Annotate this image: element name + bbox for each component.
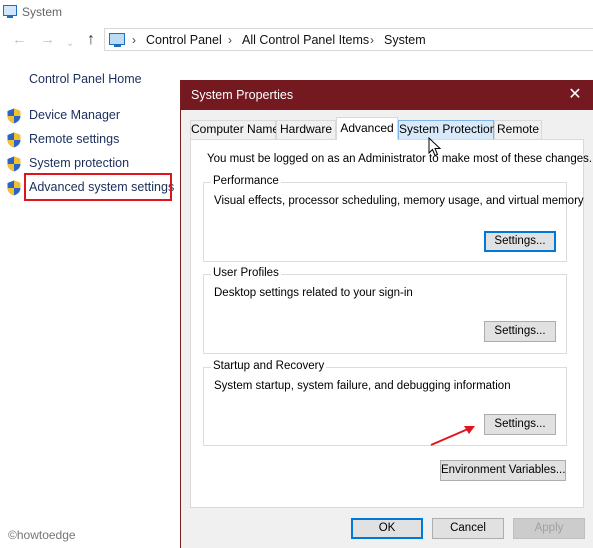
apply-button[interactable]: Apply (513, 518, 585, 539)
breadcrumb-all-items[interactable]: All Control Panel Items (242, 33, 369, 47)
uac-shield-icon (7, 108, 21, 124)
up-arrow-icon[interactable]: ↑ (87, 30, 95, 50)
window-title: System (22, 5, 63, 19)
performance-group: Performance Visual effects, processor sc… (203, 175, 584, 262)
tab-hardware[interactable]: Hardware (276, 120, 336, 139)
group-description: Visual effects, processor scheduling, me… (214, 195, 584, 207)
system-computer-icon (3, 5, 17, 18)
group-title: User Profiles (211, 267, 281, 279)
annotation-arrow-icon (430, 426, 475, 446)
cancel-button[interactable]: Cancel (432, 518, 504, 539)
user-profiles-group: User Profiles Desktop settings related t… (203, 267, 567, 354)
sidebar-item-label: Remote settings (29, 132, 120, 146)
sidebar-item-label: Device Manager (29, 108, 121, 122)
highlight-box (24, 173, 172, 201)
group-description: System startup, system failure, and debu… (214, 380, 511, 392)
mouse-pointer-icon (428, 137, 442, 157)
tab-system-protection[interactable]: System Protection (398, 120, 496, 139)
group-title: Startup and Recovery (211, 360, 327, 372)
breadcrumb-system[interactable]: System (384, 33, 426, 47)
recent-locations-chevron-icon[interactable]: ⌄ (66, 34, 74, 54)
sidebar-item-label: System protection (29, 156, 130, 170)
dialog-title-bar[interactable]: System Properties ✕ (181, 80, 593, 110)
breadcrumb-chevron-icon[interactable]: › (228, 33, 232, 47)
environment-variables-button[interactable]: Environment Variables... (440, 460, 566, 481)
uac-shield-icon (7, 180, 21, 196)
forward-arrow-icon[interactable]: → (40, 30, 55, 50)
control-panel-icon (109, 33, 125, 47)
startup-recovery-group: Startup and Recovery System startup, sys… (203, 360, 567, 446)
breadcrumb-control-panel[interactable]: Control Panel (146, 33, 222, 47)
close-icon[interactable]: ✕ (565, 85, 585, 105)
breadcrumb-chevron-icon[interactable]: › (370, 33, 374, 47)
uac-shield-icon (7, 132, 21, 148)
tab-advanced[interactable]: Advanced (336, 117, 398, 140)
watermark: ©howtoedge (8, 528, 76, 542)
back-arrow-icon[interactable]: ← (12, 30, 27, 50)
performance-settings-button[interactable]: Settings... (484, 231, 556, 252)
startup-recovery-settings-button[interactable]: Settings... (484, 414, 556, 435)
admin-note: You must be logged on as an Administrato… (207, 153, 593, 165)
address-bar[interactable]: › Control Panel › All Control Panel Item… (104, 28, 593, 51)
tab-computer-name[interactable]: Computer Name (190, 120, 279, 139)
dialog-title: System Properties (191, 88, 294, 102)
user-profiles-settings-button[interactable]: Settings... (484, 321, 556, 342)
ok-button[interactable]: OK (351, 518, 423, 539)
breadcrumb-chevron-icon[interactable]: › (132, 33, 136, 47)
control-panel-home-link[interactable]: Control Panel Home (29, 72, 142, 86)
tab-remote[interactable]: Remote (494, 120, 542, 139)
group-description: Desktop settings related to your sign-in (214, 287, 413, 299)
system-properties-dialog: System Properties ✕ Computer Name Hardwa… (180, 80, 593, 548)
group-title: Performance (211, 175, 281, 187)
uac-shield-icon (7, 156, 21, 172)
window-title-bar: System (0, 0, 593, 24)
